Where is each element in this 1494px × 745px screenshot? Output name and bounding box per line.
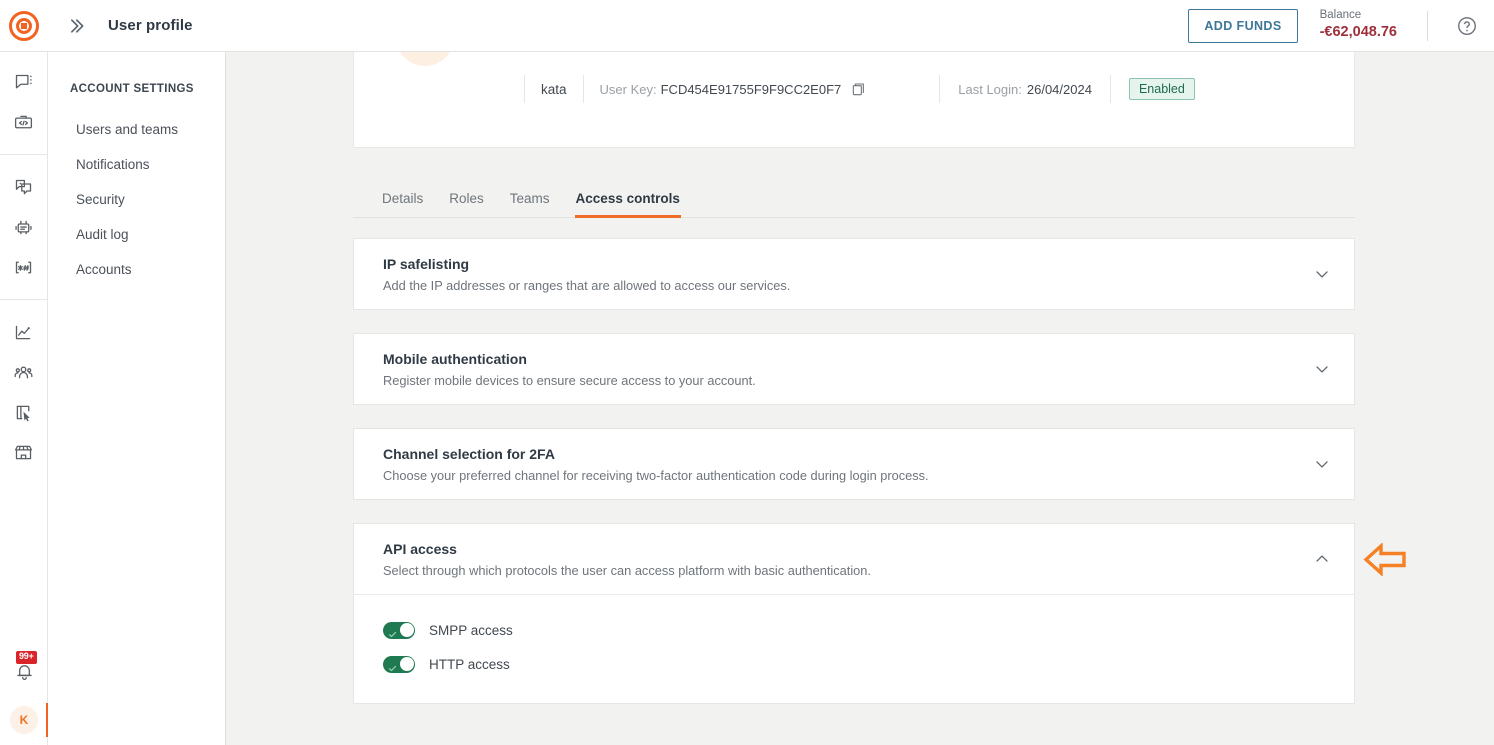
last-login-label: Last Login: xyxy=(958,81,1022,97)
rail-group-tools xyxy=(0,302,47,482)
balance-value: -€62,048.76 xyxy=(1319,24,1397,41)
card-title: Channel selection for 2FA xyxy=(383,445,555,462)
profile-meta-row: kata User Key: FCD454E91755F9F9CC2E0F7 L… xyxy=(354,74,1195,104)
app-root: User profile ADD FUNDS Balance -€62,048.… xyxy=(0,0,1494,745)
rail-group-campaigns xyxy=(0,157,47,297)
check-icon xyxy=(388,626,397,637)
chevron-down-icon[interactable] xyxy=(1312,454,1332,474)
toggle-label: HTTP access xyxy=(429,656,510,672)
rail-group-messaging xyxy=(0,52,47,152)
double-chevron-right-icon[interactable] xyxy=(62,12,90,40)
profile-username: kata xyxy=(541,81,567,97)
card-header-ip-safelisting[interactable]: IP safelisting Add the IP addresses or r… xyxy=(354,239,1354,309)
copy-icon[interactable] xyxy=(851,81,867,97)
header-divider xyxy=(1427,10,1428,41)
status-badge: Enabled xyxy=(1128,78,1195,100)
card-description: Select through which protocols the user … xyxy=(383,562,871,578)
app-logo[interactable] xyxy=(0,0,48,52)
last-login-field: Last Login: 26/04/2024 xyxy=(940,82,1092,97)
notification-badge: 99+ xyxy=(16,651,37,664)
user-profile-summary-card: kata User Key: FCD454E91755F9F9CC2E0F7 L… xyxy=(353,52,1355,148)
api-access-panel: SMPP access HTTP access xyxy=(354,594,1354,703)
tab-teams[interactable]: Teams xyxy=(510,191,550,217)
card-header-channel-selection-2fa[interactable]: Channel selection for 2FA Choose your pr… xyxy=(354,429,1354,499)
card-ip-safelisting: IP safelisting Add the IP addresses or r… xyxy=(353,238,1355,310)
add-funds-button[interactable]: ADD FUNDS xyxy=(1188,8,1298,43)
page-title: User profile xyxy=(108,17,193,34)
rail-item-flows[interactable] xyxy=(0,392,47,432)
card-title: IP safelisting xyxy=(383,255,470,272)
tab-details[interactable]: Details xyxy=(382,191,423,217)
rail-item-contacts[interactable] xyxy=(0,352,47,392)
profile-tabs: Details Roles Teams Access controls xyxy=(353,180,1355,218)
user-key-label: User Key: xyxy=(599,81,657,97)
card-header-mobile-authentication[interactable]: Mobile authentication Register mobile de… xyxy=(354,334,1354,404)
last-login-value: 26/04/2024 xyxy=(1026,81,1092,97)
card-api-access: API access Select through which protocol… xyxy=(353,523,1355,704)
tab-access-controls[interactable]: Access controls xyxy=(574,191,682,218)
notifications-bell[interactable]: 99+ xyxy=(0,647,48,695)
rail-item-numbers[interactable] xyxy=(0,247,47,287)
card-description: Register mobile devices to ensure secure… xyxy=(383,372,756,388)
sidebar-item-users-and-teams[interactable]: Users and teams xyxy=(48,112,225,147)
toggle-knob xyxy=(399,657,414,671)
sidebar-nav-list: Users and teams Notifications Security A… xyxy=(48,112,225,287)
card-description: Choose your preferred channel for receiv… xyxy=(383,467,929,483)
balance-label: Balance xyxy=(1319,8,1362,21)
check-icon xyxy=(388,660,397,671)
rail-item-campaigns[interactable] xyxy=(0,167,47,207)
http-access-toggle[interactable] xyxy=(383,655,415,673)
main-content: kata User Key: FCD454E91755F9F9CC2E0F7 L… xyxy=(226,52,1494,745)
balance-display: Balance -€62,048.76 xyxy=(1320,8,1397,43)
avatar: K xyxy=(10,706,38,734)
chevron-up-icon[interactable] xyxy=(1312,549,1332,569)
toggle-row-smpp-access: SMPP access xyxy=(354,613,1354,647)
toggle-label: SMPP access xyxy=(429,622,513,638)
sidebar-item-accounts[interactable]: Accounts xyxy=(48,252,225,287)
rail-item-messaging[interactable] xyxy=(0,62,47,102)
card-title: Mobile authentication xyxy=(383,350,527,367)
user-key-value: FCD454E91755F9F9CC2E0F7 xyxy=(660,81,842,97)
toggle-knob xyxy=(399,623,414,637)
chevron-down-icon[interactable] xyxy=(1312,264,1332,284)
card-description: Add the IP addresses or ranges that are … xyxy=(383,277,791,293)
top-header-bar: User profile ADD FUNDS Balance -€62,048.… xyxy=(0,0,1494,52)
tab-roles[interactable]: Roles xyxy=(449,191,484,217)
user-avatar-rail[interactable]: K xyxy=(0,695,48,745)
sidebar-item-security[interactable]: Security xyxy=(48,182,225,217)
active-accent-bar xyxy=(46,703,48,737)
arrow-left-annotation-icon xyxy=(1363,542,1407,577)
chevron-down-icon[interactable] xyxy=(1312,359,1332,379)
profile-divider xyxy=(1109,75,1111,103)
rail-divider xyxy=(0,299,47,300)
smpp-access-toggle[interactable] xyxy=(383,621,415,639)
primary-icon-rail: 99+ K xyxy=(0,52,48,745)
rail-item-marketplace[interactable] xyxy=(0,432,47,472)
sidebar-item-notifications[interactable]: Notifications xyxy=(48,147,225,182)
rail-item-chatbots[interactable] xyxy=(0,207,47,247)
card-title: API access xyxy=(383,540,457,557)
card-mobile-authentication: Mobile authentication Register mobile de… xyxy=(353,333,1355,405)
rail-item-developer-tools[interactable] xyxy=(0,102,47,142)
header-actions: ADD FUNDS Balance -€62,048.76 xyxy=(1188,0,1494,52)
rail-item-analytics[interactable] xyxy=(0,312,47,352)
question-circle-icon[interactable] xyxy=(1454,13,1480,39)
account-settings-sidebar: ACCOUNT SETTINGS Users and teams Notific… xyxy=(48,52,226,745)
sidebar-heading: ACCOUNT SETTINGS xyxy=(70,83,194,95)
card-header-api-access[interactable]: API access Select through which protocol… xyxy=(354,524,1354,594)
sidebar-item-audit-log[interactable]: Audit log xyxy=(48,217,225,252)
user-key-field: User Key: FCD454E91755F9F9CC2E0F7 xyxy=(584,81,868,97)
concentric-circle-logo-icon xyxy=(9,10,39,41)
rail-divider xyxy=(0,154,47,155)
toggle-row-http-access: HTTP access xyxy=(354,647,1354,681)
profile-avatar xyxy=(396,52,454,66)
card-channel-selection-2fa: Channel selection for 2FA Choose your pr… xyxy=(353,428,1355,500)
rail-bottom-section: 99+ K xyxy=(0,647,48,745)
